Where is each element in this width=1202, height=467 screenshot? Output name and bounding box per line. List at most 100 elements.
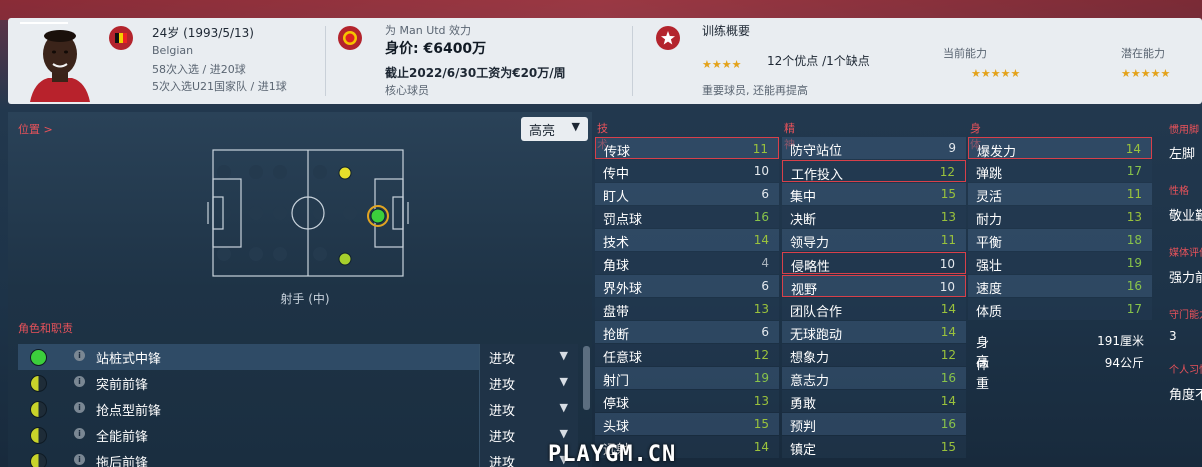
top-stripe xyxy=(0,0,1202,20)
attribute-row[interactable]: 预判 16 xyxy=(782,413,966,435)
attribute-row[interactable]: 灵活 11 xyxy=(968,183,1152,205)
attribute-row[interactable]: 镇定 15 xyxy=(782,436,966,458)
pitch-diagram[interactable] xyxy=(190,146,420,280)
media-label: 媒体评价 xyxy=(1169,248,1202,259)
nationality-flag-icon xyxy=(109,26,133,50)
pitch-position-caption: 射手 (中) xyxy=(280,292,330,306)
attribute-name: 界外球 xyxy=(603,282,643,297)
attribute-name: 传中 xyxy=(603,167,630,182)
attribute-value: 17 xyxy=(1126,164,1142,178)
duty-dropdown[interactable]: 进攻 ▼ xyxy=(479,344,578,370)
view-dropdown[interactable]: 高亮 ▼ xyxy=(521,117,588,141)
training-rating: ★★★★ xyxy=(702,53,741,72)
roles-scrollbar[interactable] xyxy=(583,346,590,410)
attribute-value: 11 xyxy=(1126,187,1142,201)
attribute-value: 15 xyxy=(940,187,956,201)
role-row[interactable]: i 全能前锋 进攻 ▼ xyxy=(18,422,578,448)
attribute-row[interactable]: 界外球 6 xyxy=(595,275,779,297)
roles-section-label: 角色和职责 xyxy=(18,322,73,335)
position-section-link[interactable]: 位置 > xyxy=(18,121,53,137)
squad-status: 核心球员 xyxy=(385,84,429,97)
attribute-row[interactable]: 无球跑动 14 xyxy=(782,321,966,343)
duty-dropdown[interactable]: 进攻 ▼ xyxy=(479,370,578,396)
attribute-row[interactable]: 盘带 13 xyxy=(595,298,779,320)
role-row[interactable]: i 拖后前锋 进攻 ▼ xyxy=(18,448,578,467)
habits-label: 个人习惯 xyxy=(1169,365,1202,376)
u21-caps: 5次入选U21国家队 / 进1球 xyxy=(152,80,287,93)
preferred-foot-value: 左脚 xyxy=(1169,147,1196,162)
training-title: 训练概要 xyxy=(702,24,751,38)
attribute-row[interactable]: 平衡 18 xyxy=(968,229,1152,251)
attribute-row[interactable]: 勇敢 14 xyxy=(782,390,966,412)
attribute-row[interactable]: 速度 16 xyxy=(968,275,1152,297)
attribute-row[interactable]: 弹跳 17 xyxy=(968,160,1152,182)
role-name: 拖后前锋 xyxy=(96,456,149,467)
attribute-name: 集中 xyxy=(790,190,817,205)
attribute-value: 6 xyxy=(761,279,769,293)
attribute-name: 盯人 xyxy=(603,190,630,205)
duty-dropdown[interactable]: 进攻 ▼ xyxy=(479,396,578,422)
attribute-value: 12 xyxy=(939,165,955,179)
info-icon[interactable]: i xyxy=(74,428,85,439)
attribute-row[interactable]: 角球 4 xyxy=(595,252,779,274)
info-icon[interactable]: i xyxy=(74,376,85,387)
attribute-row[interactable]: 决断 13 xyxy=(782,206,966,228)
divider xyxy=(632,26,633,96)
attribute-value: 14 xyxy=(940,394,956,408)
info-icon[interactable]: i xyxy=(74,350,85,361)
attribute-name: 想象力 xyxy=(790,351,830,366)
nationality: Belgian xyxy=(152,44,194,57)
attribute-value: 15 xyxy=(940,440,956,454)
attribute-row[interactable]: 想象力 12 xyxy=(782,344,966,366)
info-icon[interactable]: i xyxy=(74,454,85,465)
goalkeeping-label: 守门能力 xyxy=(1169,310,1202,321)
chevron-down-icon: ▼ xyxy=(559,375,568,388)
attribute-row[interactable]: 罚点球 16 xyxy=(595,206,779,228)
attribute-row[interactable]: 爆发力 14 xyxy=(968,137,1152,160)
role-name: 抢点型前锋 xyxy=(96,404,162,419)
attribute-value: 19 xyxy=(1126,256,1142,270)
personality-value: 敬业勤 xyxy=(1169,209,1202,224)
attribute-row[interactable]: 头球 15 xyxy=(595,413,779,435)
strengths-summary: 12个优点 /1个缺点 xyxy=(767,54,870,68)
attribute-value: 16 xyxy=(940,417,956,431)
info-icon[interactable]: i xyxy=(74,402,85,413)
duty-value: 进攻 xyxy=(489,430,516,445)
star-rating-icon: ★★★★ xyxy=(1121,67,1161,80)
duty-value: 进攻 xyxy=(489,352,516,367)
potential-ability-label: 潜在能力 xyxy=(1121,47,1165,60)
attribute-value: 17 xyxy=(1126,302,1142,316)
attribute-row[interactable]: 盯人 6 xyxy=(595,183,779,205)
attribute-row[interactable]: 抢断 6 xyxy=(595,321,779,343)
role-row[interactable]: i 站桩式中锋 进攻 ▼ xyxy=(18,344,578,370)
attribute-value: 14 xyxy=(940,325,956,339)
attribute-row[interactable]: 侵略性 10 xyxy=(782,252,966,275)
attribute-name: 罚点球 xyxy=(603,213,643,228)
attribute-row[interactable]: 领导力 11 xyxy=(782,229,966,251)
attribute-name: 抢断 xyxy=(603,328,630,343)
attribute-row[interactable]: 视野 10 xyxy=(782,275,966,298)
attribute-row[interactable]: 停球 13 xyxy=(595,390,779,412)
attribute-row[interactable]: 体质 17 xyxy=(968,298,1152,320)
star-empty-icon: ★ xyxy=(1010,67,1021,80)
role-name: 突前前锋 xyxy=(96,378,149,393)
role-row[interactable]: i 抢点型前锋 进攻 ▼ xyxy=(18,396,578,422)
chevron-down-icon: ▼ xyxy=(559,401,568,414)
attribute-name: 侵略性 xyxy=(791,260,831,275)
attribute-row[interactable]: 集中 15 xyxy=(782,183,966,205)
attribute-row[interactable]: 意志力 16 xyxy=(782,367,966,389)
attribute-name: 意志力 xyxy=(790,374,830,389)
attribute-row[interactable]: 技术 14 xyxy=(595,229,779,251)
club-name: 为 Man Utd 效力 xyxy=(385,24,472,37)
attribute-row[interactable]: 传球 11 xyxy=(595,137,779,160)
attribute-row[interactable]: 任意球 12 xyxy=(595,344,779,366)
attribute-row[interactable]: 射门 19 xyxy=(595,367,779,389)
attribute-row[interactable]: 传中 10 xyxy=(595,160,779,182)
attribute-row[interactable]: 工作投入 12 xyxy=(782,160,966,183)
attribute-row[interactable]: 防守站位 9 xyxy=(782,137,966,159)
attribute-value: 12 xyxy=(940,348,956,362)
attribute-row[interactable]: 强壮 19 xyxy=(968,252,1152,274)
attribute-row[interactable]: 团队合作 14 xyxy=(782,298,966,320)
role-row[interactable]: i 突前前锋 进攻 ▼ xyxy=(18,370,578,396)
attribute-row[interactable]: 耐力 13 xyxy=(968,206,1152,228)
